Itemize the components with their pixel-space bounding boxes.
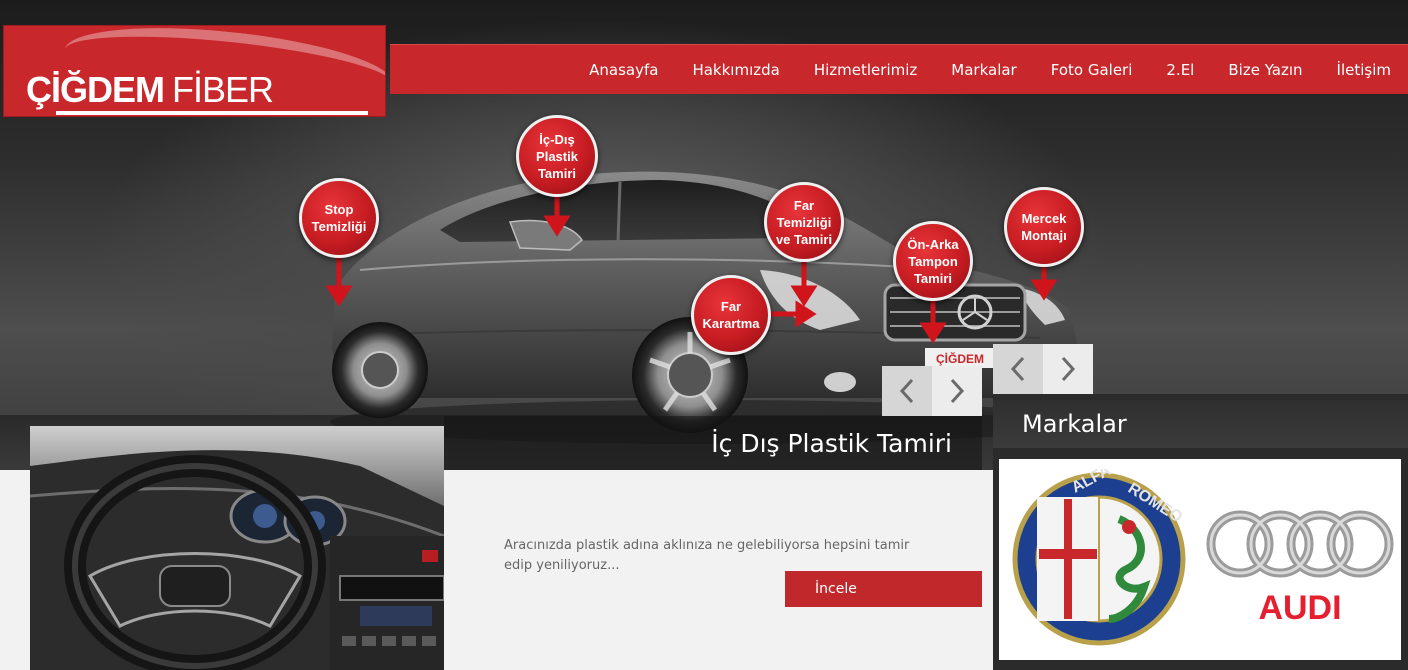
callout-on-arka-tampon: Ön-Arka Tampon Tamiri <box>893 221 973 301</box>
chevron-right-icon <box>950 378 965 404</box>
slide-caption: İç Dış Plastik Tamiri <box>711 429 952 458</box>
callout-label: Stop Temizliği <box>311 202 367 234</box>
brands-prev-button[interactable] <box>993 344 1043 394</box>
callout-label: Ön-Arka Tampon Tamiri <box>907 236 959 286</box>
brands-next-button[interactable] <box>1043 344 1093 394</box>
dashboard-image <box>30 426 444 670</box>
slide-caption-bar: İç Dış Plastik Tamiri <box>444 416 982 470</box>
nav-item-hizmetlerimiz[interactable]: Hizmetlerimiz <box>797 45 934 95</box>
logo-underline <box>56 111 368 115</box>
nav-item-foto-galeri[interactable]: Foto Galeri <box>1034 45 1150 95</box>
callout-stop-temizligi: Stop Temizliği <box>299 178 379 258</box>
callout-label: İç-Dış Plastik Tamiri <box>536 131 578 181</box>
callout-label: Mercek Montajı <box>1021 211 1067 243</box>
nav-item-2el[interactable]: 2.El <box>1149 45 1211 95</box>
callout-mercek-montaji: Mercek Montajı <box>1004 187 1084 267</box>
slide-prev-button[interactable] <box>882 366 932 416</box>
brand-logo-alfa-romeo[interactable]: ALFA ROMEO <box>1009 469 1189 649</box>
slide-arrows <box>882 366 982 416</box>
logo-word-fiber: FİBER <box>172 69 274 110</box>
slide-description: Aracınızda plastik adına aklınıza ne gel… <box>504 538 910 573</box>
nav-item-iletisim[interactable]: İletişim <box>1320 45 1408 95</box>
slide-next-button[interactable] <box>932 366 982 416</box>
brand-logo-audi[interactable]: AUDI <box>1205 469 1395 649</box>
incele-button[interactable]: İncele <box>785 571 982 607</box>
callout-far-karartma: Far Karartma <box>691 275 771 355</box>
logo-word-cigdem: ÇİĞDEM <box>26 69 165 110</box>
audi-text: AUDI <box>1258 589 1341 627</box>
chevron-left-icon <box>1010 356 1025 382</box>
callout-label: Far Temizliği ve Tamiri <box>775 197 833 247</box>
brands-arrows <box>993 344 1093 394</box>
callout-ic-dis-plastik: İç-Dış Plastik Tamiri <box>516 115 598 197</box>
chevron-right-icon <box>1061 356 1076 382</box>
logo-text: ÇİĞDEM FİBER <box>26 69 274 110</box>
nav-item-bize-yazin[interactable]: Bize Yazın <box>1211 45 1319 95</box>
nav-item-markalar[interactable]: Markalar <box>934 45 1033 95</box>
callout-label: Far Karartma <box>702 299 760 331</box>
brands-title: Markalar <box>1022 410 1127 438</box>
brands-carousel: ALFA ROMEO AUDI <box>999 459 1401 660</box>
brands-header: Markalar <box>993 400 1408 448</box>
main-nav: Anasayfa Hakkımızda Hizmetlerimiz Markal… <box>390 44 1408 94</box>
site-logo[interactable]: ÇİĞDEM FİBER <box>3 25 386 117</box>
chevron-left-icon <box>899 378 914 404</box>
callout-far-temizligi: Far Temizliği ve Tamiri <box>764 182 844 262</box>
car-plate-text: ÇİĞDEM <box>936 351 984 366</box>
nav-item-anasayfa[interactable]: Anasayfa <box>572 45 675 95</box>
nav-item-hakkimizda[interactable]: Hakkımızda <box>675 45 796 95</box>
